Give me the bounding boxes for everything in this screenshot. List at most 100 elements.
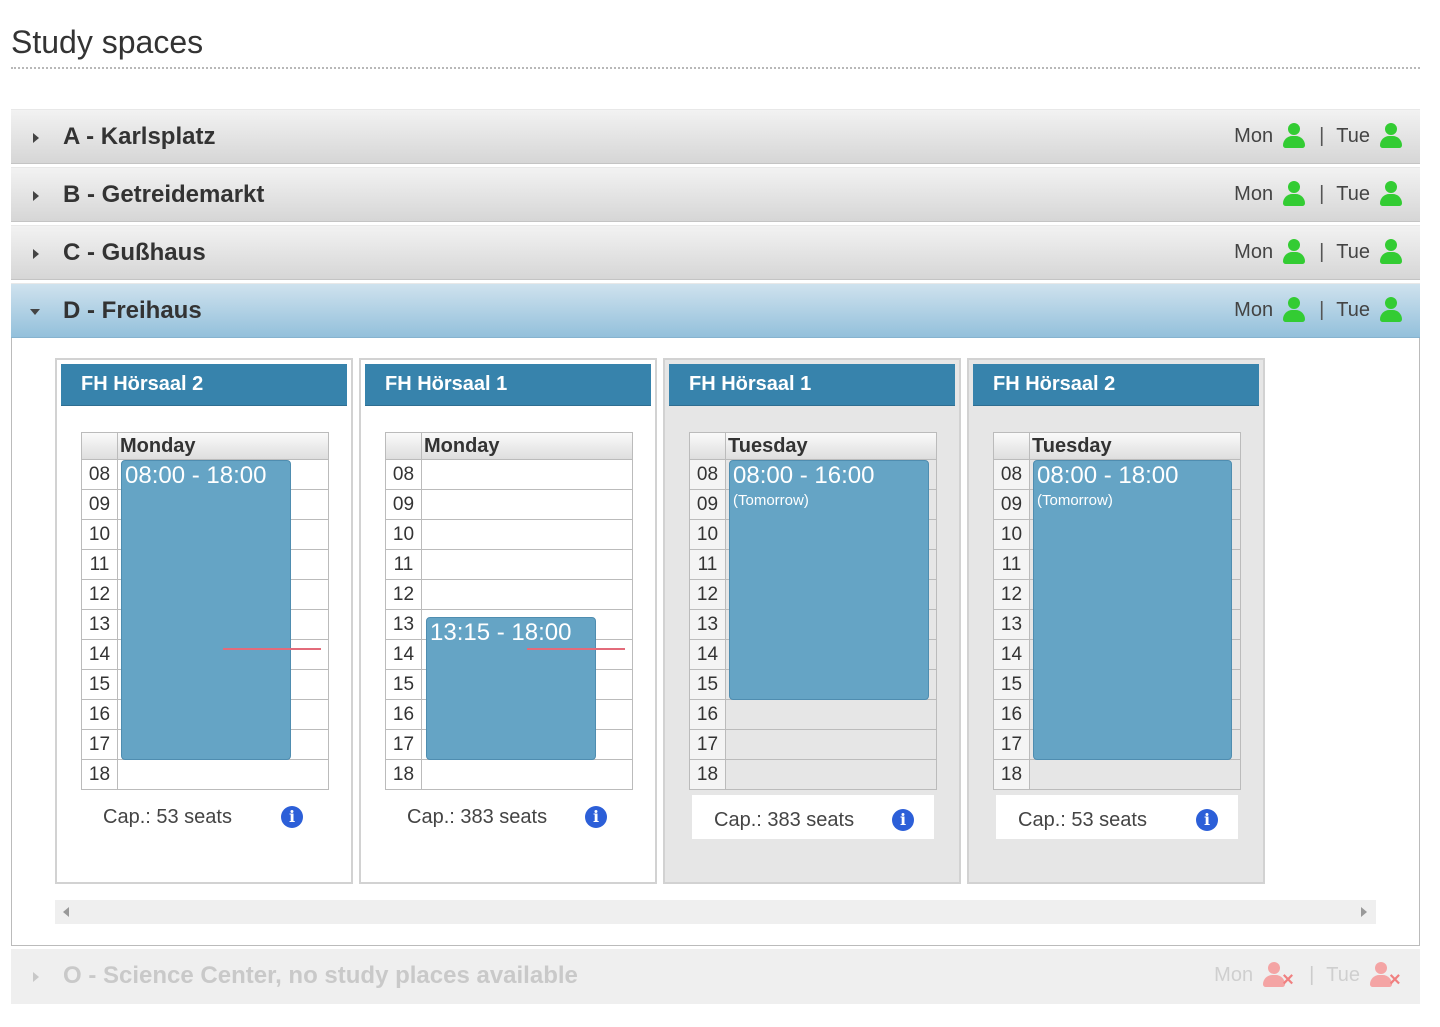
hour-label: 10: [690, 520, 726, 549]
page-title: Study spaces: [11, 24, 204, 60]
current-time-line: [223, 648, 321, 650]
day-label: Mon: [1214, 963, 1254, 986]
day-label: Mon: [1234, 298, 1274, 321]
hour-label: 08: [994, 460, 1030, 489]
horizontal-scrollbar[interactable]: [55, 900, 1376, 924]
hour-label: 15: [994, 670, 1030, 699]
room-card: FH Hörsaal 1 Tuesday 08 09 10 11 12 13 14 15 16 17 1…: [663, 358, 961, 884]
info-icon[interactable]: i: [585, 806, 607, 828]
hour-row: 18: [993, 760, 1241, 790]
booking-block[interactable]: 08:00 - 18:00 (Tomorrow): [1033, 460, 1232, 760]
hour-row: 18: [689, 760, 937, 790]
person-available-icon: [1282, 239, 1306, 265]
person-unavailable-icon: ×: [1262, 962, 1296, 990]
caret-right-icon[interactable]: [33, 972, 39, 982]
booking-block[interactable]: 08:00 - 18:00: [121, 460, 291, 760]
capacity-row: Cap.: 53 seats i: [81, 792, 329, 842]
person-available-icon: [1282, 181, 1306, 207]
hour-label: 17: [386, 730, 422, 759]
room-name[interactable]: FH Hörsaal 1: [365, 364, 651, 406]
capacity-text: Cap.: 53 seats: [1018, 809, 1147, 831]
hour-label: 09: [994, 490, 1030, 519]
info-icon[interactable]: i: [1196, 809, 1218, 831]
person-available-icon: [1282, 123, 1306, 149]
room-card: FH Hörsaal 2 Monday 08 09 10 11 12 13 14 15 16 17 18…: [55, 358, 353, 884]
capacity-row: Cap.: 383 seats i: [689, 792, 937, 842]
section-title[interactable]: B - Getreidemarkt: [63, 181, 264, 209]
day-label: Mon: [1234, 240, 1274, 263]
capacity-row: Cap.: 383 seats i: [385, 792, 633, 842]
hour-label: 14: [82, 640, 118, 669]
room-name[interactable]: FH Hörsaal 2: [973, 364, 1259, 406]
hour-label: 16: [690, 700, 726, 729]
hour-label: 09: [690, 490, 726, 519]
booking-block[interactable]: 08:00 - 16:00 (Tomorrow): [729, 460, 929, 700]
booking-time: 08:00 - 16:00: [733, 462, 875, 489]
capacity-text: Cap.: 383 seats: [714, 809, 855, 831]
section-title[interactable]: D - Freihaus: [63, 297, 202, 325]
day-separator: |: [1309, 963, 1315, 986]
hour-row: 16: [689, 700, 937, 730]
hour-row: 18: [81, 760, 329, 790]
section-title[interactable]: O - Science Center, no study places avai…: [63, 962, 578, 990]
room-card: FH Hörsaal 1 Monday 08 09 10 11 12 13 14 15 16 17 18…: [359, 358, 657, 884]
hour-label: 13: [386, 610, 422, 639]
hour-label: 12: [82, 580, 118, 609]
hour-label: 18: [82, 760, 118, 789]
room-card: FH Hörsaal 2 Tuesday 08 09 10 11 12 13 14 15 16 17 1…: [967, 358, 1265, 884]
day-schedule: Monday 08 09 10 11 12 13 14 15 16 17 18 08:00 - 18:0…: [81, 432, 329, 790]
section-header-0[interactable]: A - Karlsplatz Mon | Tue: [11, 109, 1420, 164]
schedule-day: Tuesday: [1032, 435, 1112, 457]
caret-right-icon[interactable]: [33, 191, 39, 201]
booking-block[interactable]: 13:15 - 18:00: [426, 617, 596, 760]
capacity-text: Cap.: 53 seats: [103, 806, 232, 828]
hour-row: 10: [385, 520, 633, 550]
availability-days: Mon | Tue: [1234, 238, 1403, 266]
hour-label: 11: [690, 550, 726, 579]
hour-row: 09: [385, 490, 633, 520]
hour-label: 14: [994, 640, 1030, 669]
section-header-4: O - Science Center, no study places avai…: [11, 949, 1420, 1004]
hour-label: 13: [994, 610, 1030, 639]
hour-label: 10: [994, 520, 1030, 549]
info-icon[interactable]: i: [281, 806, 303, 828]
hour-label: 14: [690, 640, 726, 669]
hour-row: 18: [385, 760, 633, 790]
day-separator: |: [1319, 298, 1325, 321]
caret-down-icon[interactable]: [30, 309, 40, 315]
section-header-3[interactable]: D - Freihaus Mon | Tue: [11, 283, 1420, 338]
section-title[interactable]: C - Gußhaus: [63, 239, 206, 267]
scroll-left-icon[interactable]: [63, 907, 69, 917]
hour-label: 10: [82, 520, 118, 549]
room-name[interactable]: FH Hörsaal 2: [61, 364, 347, 406]
hour-label: 15: [690, 670, 726, 699]
hour-label: 09: [386, 490, 422, 519]
hour-label: 16: [994, 700, 1030, 729]
hour-label: 11: [82, 550, 118, 579]
scroll-right-icon[interactable]: [1361, 907, 1367, 917]
section-title[interactable]: A - Karlsplatz: [63, 123, 215, 151]
schedule-header: Tuesday: [689, 432, 937, 460]
section-header-1[interactable]: B - Getreidemarkt Mon | Tue: [11, 167, 1420, 222]
person-available-icon: [1282, 297, 1306, 323]
person-available-icon: [1379, 123, 1403, 149]
hour-row: 17: [689, 730, 937, 760]
info-icon[interactable]: i: [892, 809, 914, 831]
title-divider: [11, 67, 1420, 69]
hour-row: 12: [385, 580, 633, 610]
section-header-2[interactable]: C - Gußhaus Mon | Tue: [11, 225, 1420, 280]
day-label: Tue: [1336, 298, 1370, 321]
caret-right-icon[interactable]: [33, 249, 39, 259]
hour-label: 08: [386, 460, 422, 489]
availability-days: Mon | Tue: [1234, 180, 1403, 208]
day-separator: |: [1319, 124, 1325, 147]
room-name[interactable]: FH Hörsaal 1: [669, 364, 955, 406]
hour-label: 08: [690, 460, 726, 489]
schedule-day: Monday: [424, 435, 500, 457]
schedule-header: Monday: [385, 432, 633, 460]
booking-note: (Tomorrow): [733, 492, 809, 509]
person-available-icon: [1379, 181, 1403, 207]
person-unavailable-icon: ×: [1369, 962, 1403, 990]
hour-label: 18: [994, 760, 1030, 789]
caret-right-icon[interactable]: [33, 133, 39, 143]
